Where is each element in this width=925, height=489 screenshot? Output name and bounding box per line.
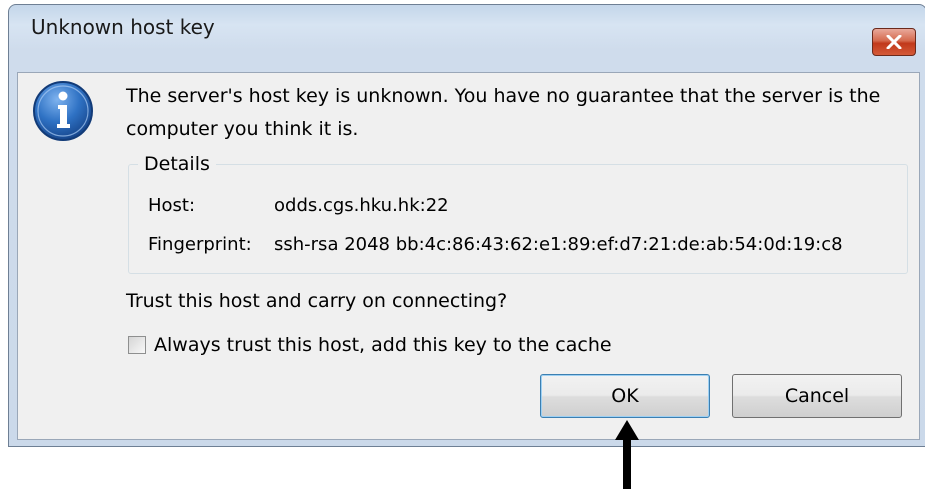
details-legend: Details <box>138 152 216 176</box>
always-trust-label[interactable]: Always trust this host, add this key to … <box>154 334 612 356</box>
ok-button[interactable]: OK <box>540 374 710 418</box>
trust-prompt: Trust this host and carry on connecting? <box>126 290 508 312</box>
host-label: Host: <box>148 195 196 216</box>
fingerprint-value: ssh-rsa 2048 bb:4c:86:43:62:e1:89:ef:d7:… <box>274 234 843 255</box>
fingerprint-label: Fingerprint: <box>148 234 252 255</box>
close-button[interactable] <box>872 28 916 56</box>
host-value: odds.cgs.hku.hk:22 <box>274 195 449 216</box>
title-bar[interactable]: Unknown host key <box>9 5 925 45</box>
message-text: The server's host key is unknown. You ha… <box>126 85 881 140</box>
always-trust-checkbox[interactable] <box>128 336 146 354</box>
arrow-up-icon <box>615 420 639 489</box>
details-groupbox <box>128 164 908 274</box>
info-icon <box>33 81 93 141</box>
cancel-button[interactable]: Cancel <box>732 374 902 418</box>
window-title: Unknown host key <box>31 15 215 39</box>
close-icon <box>886 35 902 49</box>
